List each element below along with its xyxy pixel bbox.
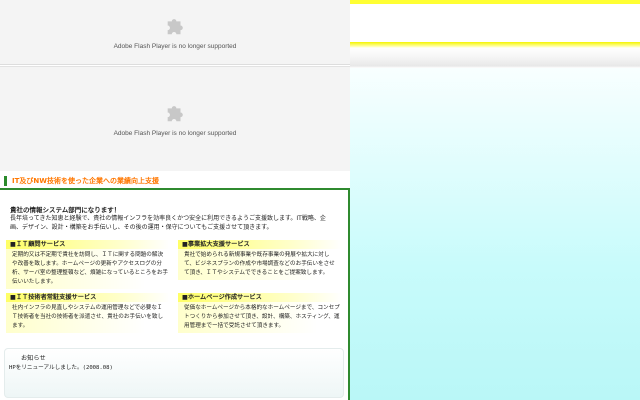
flash-placeholder-bottom[interactable]: Adobe Flash Player is no longer supporte… bbox=[0, 66, 350, 171]
service-title: ■ＩＴ技術者常駐支援サービス bbox=[6, 293, 170, 302]
service-title: ■ホームページ作成サービス bbox=[178, 293, 342, 302]
flash-unsupported-message: Adobe Flash Player is no longer supporte… bbox=[113, 129, 237, 137]
news-item: HPをリニューアルしました。(2008.08) bbox=[9, 365, 113, 371]
service-description: 社内インフラの見直しやシステムの運用管理などで必要なＩＴ技術者を当社の技術者を派… bbox=[6, 302, 170, 333]
flash-unsupported-message: Adobe Flash Player is no longer supporte… bbox=[113, 42, 237, 50]
main-column: Adobe Flash Player is no longer supporte… bbox=[0, 0, 350, 400]
puzzle-piece-icon bbox=[167, 105, 183, 121]
service-it-advisor: ■ＩＴ顧問サービス 定期的又は不定期で貴社を訪問し、ＩＴに関する問題の解決や改善… bbox=[6, 240, 170, 289]
puzzle-piece-icon bbox=[167, 18, 183, 34]
section-marker bbox=[4, 176, 7, 186]
yellow-gradient-band bbox=[350, 42, 640, 68]
section-header: IT及びNW技術を使った企業への業績向上支援 bbox=[0, 172, 350, 190]
service-description: 従価なホームページから本格的なホームページまで、コンセプトつくりから参加させて頂… bbox=[178, 302, 342, 333]
content-panel: 貴社の情報システム部門になります！ 長年培ってきた知恵と経験で、貴社の情報インフ… bbox=[0, 190, 350, 400]
news-box: お知らせ HPをリニューアルしました。(2008.08) bbox=[4, 348, 344, 398]
intro-heading: 貴社の情報システム部門になります！ bbox=[10, 206, 121, 214]
service-business-expansion: ■事業拡大支援サービス 貴社で始められる新規事業や既存事業の発展や拡大に対して、… bbox=[178, 240, 342, 280]
service-description: 定期的又は不定期で貴社を訪問し、ＩＴに関する問題の解決や改善を致します。ホームペ… bbox=[6, 249, 170, 289]
header-blank-area bbox=[350, 4, 640, 42]
service-title: ■事業拡大支援サービス bbox=[178, 240, 342, 249]
section-title: IT及びNW技術を使った企業への業績向上支援 bbox=[12, 177, 159, 185]
cyan-side-background bbox=[350, 68, 640, 400]
news-title: お知らせ bbox=[21, 355, 46, 362]
service-title: ■ＩＴ顧問サービス bbox=[6, 240, 170, 249]
flash-placeholder-top[interactable]: Adobe Flash Player is no longer supporte… bbox=[0, 0, 350, 65]
service-engineer-dispatch: ■ＩＴ技術者常駐支援サービス 社内インフラの見直しやシステムの運用管理などで必要… bbox=[6, 293, 170, 333]
intro-text: 長年培ってきた知恵と経験で、貴社の情報インフラを効率良くかつ安全に利用できるよう… bbox=[10, 215, 326, 231]
service-website-creation: ■ホームページ作成サービス 従価なホームページから本格的なホームページまで、コン… bbox=[178, 293, 342, 333]
service-description: 貴社で始められる新規事業や既存事業の発展や拡大に対して、ビジネスプランの作成や市… bbox=[178, 249, 342, 280]
